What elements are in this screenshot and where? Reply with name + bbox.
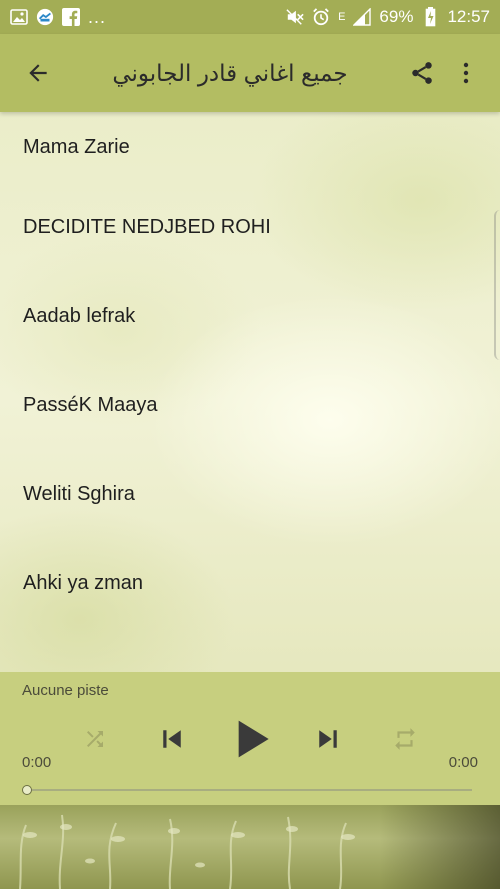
- back-button[interactable]: [14, 49, 62, 97]
- song-item[interactable]: DECIDITE NEDJBED ROHI: [0, 183, 500, 272]
- back-arrow-icon: [29, 64, 47, 82]
- app-toolbar: جميع اغاني قادر الجابوني: [0, 34, 500, 112]
- seek-bar-track: [26, 789, 472, 791]
- repeat-button[interactable]: [384, 714, 426, 764]
- shuffle-icon: [87, 731, 103, 747]
- music-player: Aucune piste 0:00 0:00: [0, 672, 500, 805]
- total-time: 0:00: [448, 754, 478, 771]
- player-controls: [0, 714, 500, 764]
- battery-icon: [421, 7, 439, 27]
- song-item[interactable]: PasséK Maaya: [0, 361, 500, 450]
- song-item[interactable]: Mama Zarie: [0, 112, 500, 183]
- decorative-banner: [0, 805, 500, 889]
- share-icon: [412, 62, 432, 84]
- mute-icon: [286, 8, 304, 26]
- previous-button[interactable]: [150, 714, 194, 764]
- current-track-name: Aucune piste: [22, 682, 109, 699]
- status-bar-left: ...: [10, 7, 106, 28]
- more-options-button[interactable]: [446, 49, 486, 97]
- next-button[interactable]: [306, 714, 350, 764]
- alarm-icon: [312, 8, 330, 26]
- next-icon: [319, 730, 337, 748]
- image-icon: [10, 8, 28, 26]
- messenger-app-icon: [36, 8, 54, 26]
- song-item[interactable]: Aadab lefrak: [0, 272, 500, 361]
- play-button[interactable]: [228, 714, 276, 764]
- status-bar-right: E 69% 12:57: [286, 7, 490, 27]
- song-item[interactable]: Ahki ya zman: [0, 539, 500, 628]
- signal-icon: [353, 8, 372, 26]
- seek-bar[interactable]: [22, 785, 472, 795]
- status-bar: ... E 69% 12:57: [0, 0, 500, 34]
- battery-percent: 69%: [379, 7, 414, 26]
- share-button[interactable]: [398, 49, 446, 97]
- song-item[interactable]: Weliti Sghira: [0, 450, 500, 539]
- page-title: جميع اغاني قادر الجابوني: [112, 59, 348, 86]
- notification-overflow: ...: [88, 6, 107, 27]
- repeat-icon: [395, 728, 415, 750]
- shuffle-button[interactable]: [74, 714, 116, 764]
- seek-bar-thumb[interactable]: [22, 785, 32, 795]
- more-vert-icon: [463, 62, 469, 84]
- banner-shade: [380, 805, 500, 889]
- network-type-label: E: [338, 11, 346, 23]
- play-icon: [238, 720, 269, 758]
- clock: 12:57: [447, 7, 490, 26]
- previous-icon: [163, 730, 181, 748]
- elapsed-time: 0:00: [22, 754, 52, 771]
- scroll-indicator[interactable]: [494, 210, 500, 360]
- facebook-icon: [62, 8, 80, 26]
- song-list: Mama Zarie DECIDITE NEDJBED ROHI Aadab l…: [0, 112, 500, 672]
